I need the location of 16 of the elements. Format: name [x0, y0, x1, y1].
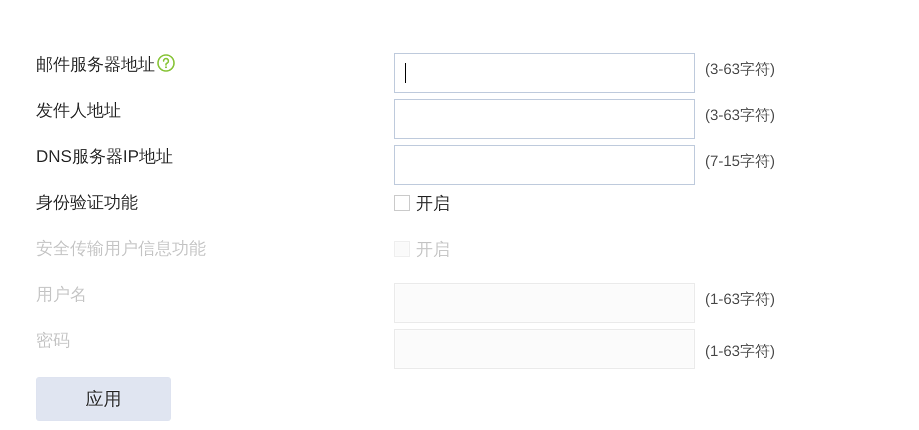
field-label: 发件人地址 — [36, 100, 121, 122]
input-field[interactable] — [394, 145, 695, 185]
length-hint: (3-63字符) — [705, 106, 776, 126]
checkbox[interactable] — [394, 195, 410, 211]
length-hint: (1-63字符) — [705, 342, 776, 362]
length-hint: (3-63字符) — [705, 60, 776, 80]
input-field[interactable] — [394, 99, 695, 139]
field-label: DNS服务器IP地址 — [36, 146, 173, 168]
length-hint: (1-63字符) — [705, 290, 776, 310]
field-label: 邮件服务器地址 — [36, 54, 155, 76]
checkbox-label[interactable]: 开启 — [416, 193, 450, 215]
help-icon[interactable] — [157, 54, 175, 72]
input-field[interactable] — [394, 53, 695, 93]
apply-button[interactable]: 应用 — [36, 377, 171, 421]
length-hint: (7-15字符) — [705, 152, 776, 172]
field-label: 身份验证功能 — [36, 192, 138, 214]
